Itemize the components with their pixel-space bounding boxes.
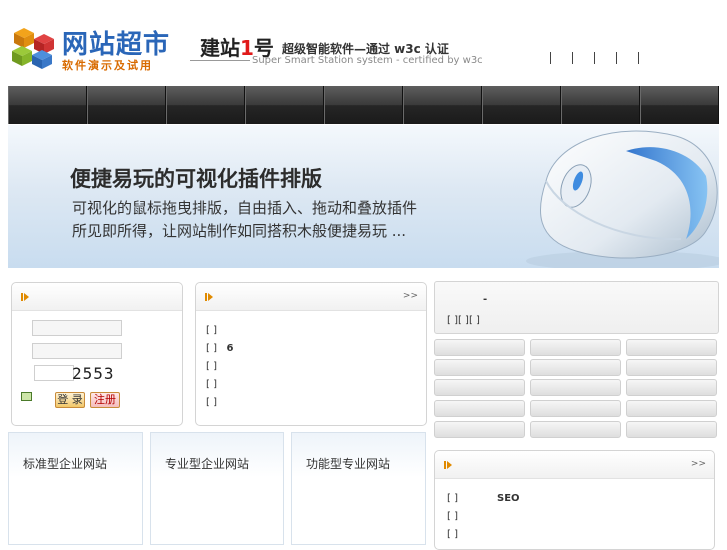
grid-button[interactable] [530,359,621,376]
grid-button[interactable] [530,339,621,356]
site-logo[interactable]: 网站超市 软件演示及试用 [10,24,170,72]
banner-text-line2: 所见即所得，让网站制作如同搭积木般便捷易玩 ... [72,222,407,240]
list-item[interactable]: [ ] SEO [447,493,520,504]
list-item[interactable]: [ ] [447,529,458,540]
main-nav [8,86,719,124]
register-button[interactable]: 注册 [90,392,120,408]
list-item[interactable]: [ ] [206,361,217,372]
grid-button[interactable] [434,339,525,356]
captcha-input[interactable] [34,365,74,381]
key-icon [21,392,32,401]
captcha-image[interactable]: 2553 [72,364,124,384]
banner-text-line1: 可视化的鼠标拖曳排版，自由插入、拖动和叠放插件 [72,199,418,217]
panel-header: >> [435,451,714,479]
username-input[interactable] [32,320,122,336]
list-item[interactable]: [ ] [206,379,217,390]
category-card-standard[interactable]: 标准型企业网站 [8,432,143,545]
list-item[interactable]: [ ] 6 [206,343,234,354]
grid-button[interactable] [434,359,525,376]
grid-button[interactable] [530,421,621,438]
info-links[interactable]: [ ][ ][ ] [447,315,480,326]
logo-name: 网站超市 [62,30,171,60]
top-link-separator [616,52,617,64]
nav-item[interactable] [403,86,482,124]
arrow-icon [21,293,29,301]
more-link[interactable]: >> [403,291,418,301]
grid-button[interactable] [626,339,717,356]
category-card-functional[interactable]: 功能型专业网站 [291,432,426,545]
grid-button[interactable] [434,421,525,438]
nav-item[interactable] [87,86,166,124]
news-panel: >> [ ] [ ] 6 [ ] [ ] [ ] [195,282,427,426]
category-label: 功能型专业网站 [306,457,391,471]
nav-item[interactable] [482,86,561,124]
nav-item[interactable] [561,86,640,124]
nav-item[interactable] [8,86,87,124]
grid-button[interactable] [434,400,525,417]
grid-button[interactable] [434,379,525,396]
grid-button[interactable] [626,400,717,417]
category-label: 标准型企业网站 [23,457,108,471]
mouse-illustration-icon [526,130,719,268]
list-item[interactable]: [ ] [206,325,217,336]
banner-headline: 便捷易玩的可视化插件排版 [70,167,322,191]
arrow-icon [205,293,213,301]
divider [190,60,250,61]
brand-english-tagline: Super Smart Station system - certified b… [252,55,483,66]
category-label: 专业型企业网站 [165,457,250,471]
grid-button[interactable] [530,400,621,417]
seo-panel: >> [ ] SEO [ ] [ ] [434,450,715,550]
category-card-professional[interactable]: 专业型企业网站 [150,432,284,545]
grid-button[interactable] [530,379,621,396]
top-link-separator [572,52,573,64]
panel-header [12,283,182,311]
login-button[interactable]: 登 录 [55,392,85,408]
password-input[interactable] [32,343,122,359]
more-link[interactable]: >> [691,459,706,469]
top-link-separator [638,52,639,64]
login-panel: 2553 登 录 注册 [11,282,183,426]
grid-button[interactable] [626,379,717,396]
info-box: - [ ][ ][ ] [434,281,719,334]
arrow-icon [444,461,452,469]
nav-item[interactable] [166,86,245,124]
nav-item[interactable] [245,86,324,124]
logo-subtitle: 软件演示及试用 [62,59,153,72]
grid-button[interactable] [626,359,717,376]
nav-item[interactable] [640,86,719,124]
info-dash: - [483,294,488,305]
button-grid [434,339,719,441]
brand-banner: 建站1号 超级智能软件—通过 w3c 认证 Super Smart Statio… [190,32,483,72]
list-item[interactable]: [ ] [206,397,217,408]
hero-banner[interactable]: 便捷易玩的可视化插件排版 可视化的鼠标拖曳排版，自由插入、拖动和叠放插件 所见即… [8,125,719,268]
top-link-separator [550,52,551,64]
top-link-separator [594,52,595,64]
nav-item[interactable] [324,86,403,124]
grid-button[interactable] [626,421,717,438]
top-links [548,52,648,66]
cubes-logo-icon [12,28,54,69]
panel-header: >> [196,283,426,311]
list-item[interactable]: [ ] [447,511,458,522]
